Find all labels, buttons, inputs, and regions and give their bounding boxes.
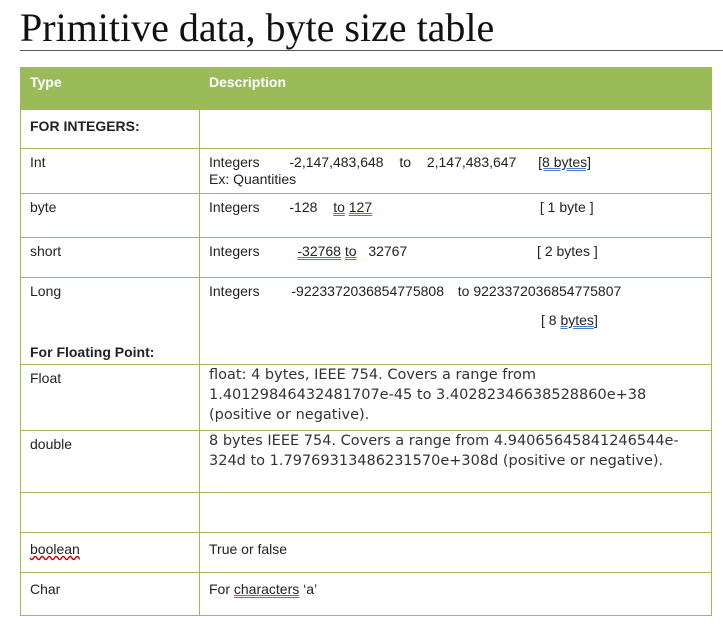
type-boolean-text: boolean xyxy=(30,541,80,557)
table-header-row: Type Description xyxy=(20,67,712,110)
int-bytes: [8 bytes] xyxy=(538,154,592,170)
type-int: Int xyxy=(20,148,200,194)
section-label-floating-point: For Floating Point: xyxy=(30,344,155,360)
int-max: 2,147,483,647 xyxy=(426,154,517,170)
empty-cell xyxy=(199,492,712,533)
table-row-int: Int Integers -2,147,483,648 to 2,147,483… xyxy=(20,148,712,194)
table-row-double: double 8 bytes IEEE 754. Covers a range … xyxy=(20,430,712,493)
type-long-cell: Long For Floating Point: xyxy=(20,277,200,365)
page-title: Primitive data, byte size table xyxy=(20,5,495,50)
type-char: Char xyxy=(20,572,200,616)
table-row-empty xyxy=(20,492,712,533)
byte-min: -128 xyxy=(289,199,318,215)
header-description: Description xyxy=(199,67,712,110)
description-float: float: 4 bytes, IEEE 754. Covers a range… xyxy=(199,364,712,431)
type-double: double xyxy=(20,430,200,493)
table-row-short: short Integers -32768 to 32767 [ 2 bytes… xyxy=(20,237,712,278)
type-boolean: boolean xyxy=(20,532,200,573)
section-label-integers: FOR INTEGERS: xyxy=(20,108,200,149)
int-example: Ex: Quantities xyxy=(209,171,297,187)
description-char: For characters ‘a’ xyxy=(199,572,712,616)
header-type: Type xyxy=(20,67,200,110)
table-row-boolean: boolean True or false xyxy=(20,532,712,573)
byte-kind: Integers xyxy=(209,199,260,215)
description-long: Integers -9223372036854775808 to 9223372… xyxy=(199,277,712,365)
long-bytes: [ 8 bytes] xyxy=(541,312,598,329)
empty-cell xyxy=(199,108,712,149)
description-int: Integers -2,147,483,648 to 2,147,483,647… xyxy=(199,148,712,194)
description-double: 8 bytes IEEE 754. Covers a range from 4.… xyxy=(199,430,712,493)
type-long: Long xyxy=(30,283,62,299)
primitive-data-table: Type Description FOR INTEGERS: Int Integ… xyxy=(20,67,712,616)
type-float: Float xyxy=(20,364,200,431)
long-bytes-open: [ 8 xyxy=(541,312,557,328)
long-min: -9223372036854775808 xyxy=(291,283,444,299)
byte-to: to xyxy=(333,199,345,215)
description-short: Integers -32768 to 32767 [ 2 bytes ] xyxy=(199,237,712,278)
table-row-long: Long For Floating Point: Integers -92233… xyxy=(20,277,712,365)
long-bytes-close: ] xyxy=(593,312,598,328)
long-kind: Integers xyxy=(209,283,260,299)
int-to: to xyxy=(399,154,412,170)
short-min: -32768 xyxy=(297,243,341,259)
table-row-integers-section: FOR INTEGERS: xyxy=(20,108,712,149)
title-underline xyxy=(20,50,723,51)
table-row-byte: byte Integers -128 to 127 [ 1 byte ] xyxy=(20,193,712,238)
short-to: to xyxy=(344,243,357,259)
type-byte: byte xyxy=(20,193,200,238)
description-byte: Integers -128 to 127 [ 1 byte ] xyxy=(199,193,712,238)
short-max: 32767 xyxy=(368,243,408,259)
short-bytes: [ 2 bytes ] xyxy=(537,243,598,259)
char-example: ‘a’ xyxy=(303,581,318,597)
int-kind: Integers xyxy=(209,154,260,170)
table-row-char: Char For characters ‘a’ xyxy=(20,572,712,616)
description-boolean: True or false xyxy=(199,532,712,573)
int-min: -2,147,483,648 xyxy=(289,154,384,170)
long-max: 9223372036854775807 xyxy=(473,283,622,299)
char-prefix: For xyxy=(209,581,230,597)
table-row-float: Float float: 4 bytes, IEEE 754. Covers a… xyxy=(20,364,712,431)
byte-bytes: [ 1 byte ] xyxy=(539,199,594,215)
char-word: characters xyxy=(233,581,300,597)
long-to: to xyxy=(457,283,470,299)
short-kind: Integers xyxy=(209,243,260,259)
byte-max: 127 xyxy=(348,199,373,215)
long-bytes-word: bytes xyxy=(560,312,594,328)
empty-cell xyxy=(20,492,200,533)
type-short: short xyxy=(20,237,200,278)
